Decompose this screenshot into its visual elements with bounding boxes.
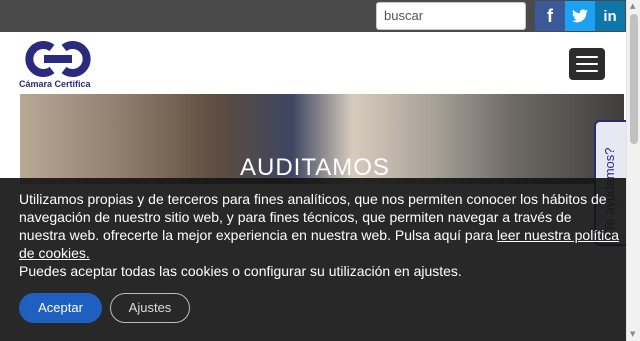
top-bar: buscar f in [0,0,626,32]
logo-icon[interactable] [22,40,94,78]
scrollbar-thumb[interactable] [630,14,638,144]
linkedin-icon[interactable]: in [595,1,625,31]
facebook-glyph: f [547,5,553,26]
scroll-down-icon[interactable]: ▼ [630,330,635,338]
linkedin-glyph: in [603,7,617,25]
hamburger-menu-icon[interactable] [569,48,605,80]
accept-button[interactable]: Aceptar [19,293,102,323]
scroll-up-icon[interactable]: ▲ [630,2,635,10]
cookie-banner: Utilizamos propias y de terceros para fi… [0,178,626,341]
cookie-text-secondary: Puedes aceptar todas las cookies o confi… [19,263,462,279]
cookie-text: Utilizamos propias y de terceros para fi… [19,190,619,280]
site-header: Cámara Certifica [0,32,626,94]
logo-text[interactable]: Cámara Certifica [19,79,91,89]
scrollbar[interactable]: ▲ ▼ [626,0,640,341]
facebook-icon[interactable]: f [535,1,565,31]
settings-button[interactable]: Ajustes [110,293,190,323]
twitter-icon[interactable] [565,1,595,31]
hero-banner: AUDITAMOS [20,94,624,184]
search-input[interactable]: buscar [376,2,526,30]
